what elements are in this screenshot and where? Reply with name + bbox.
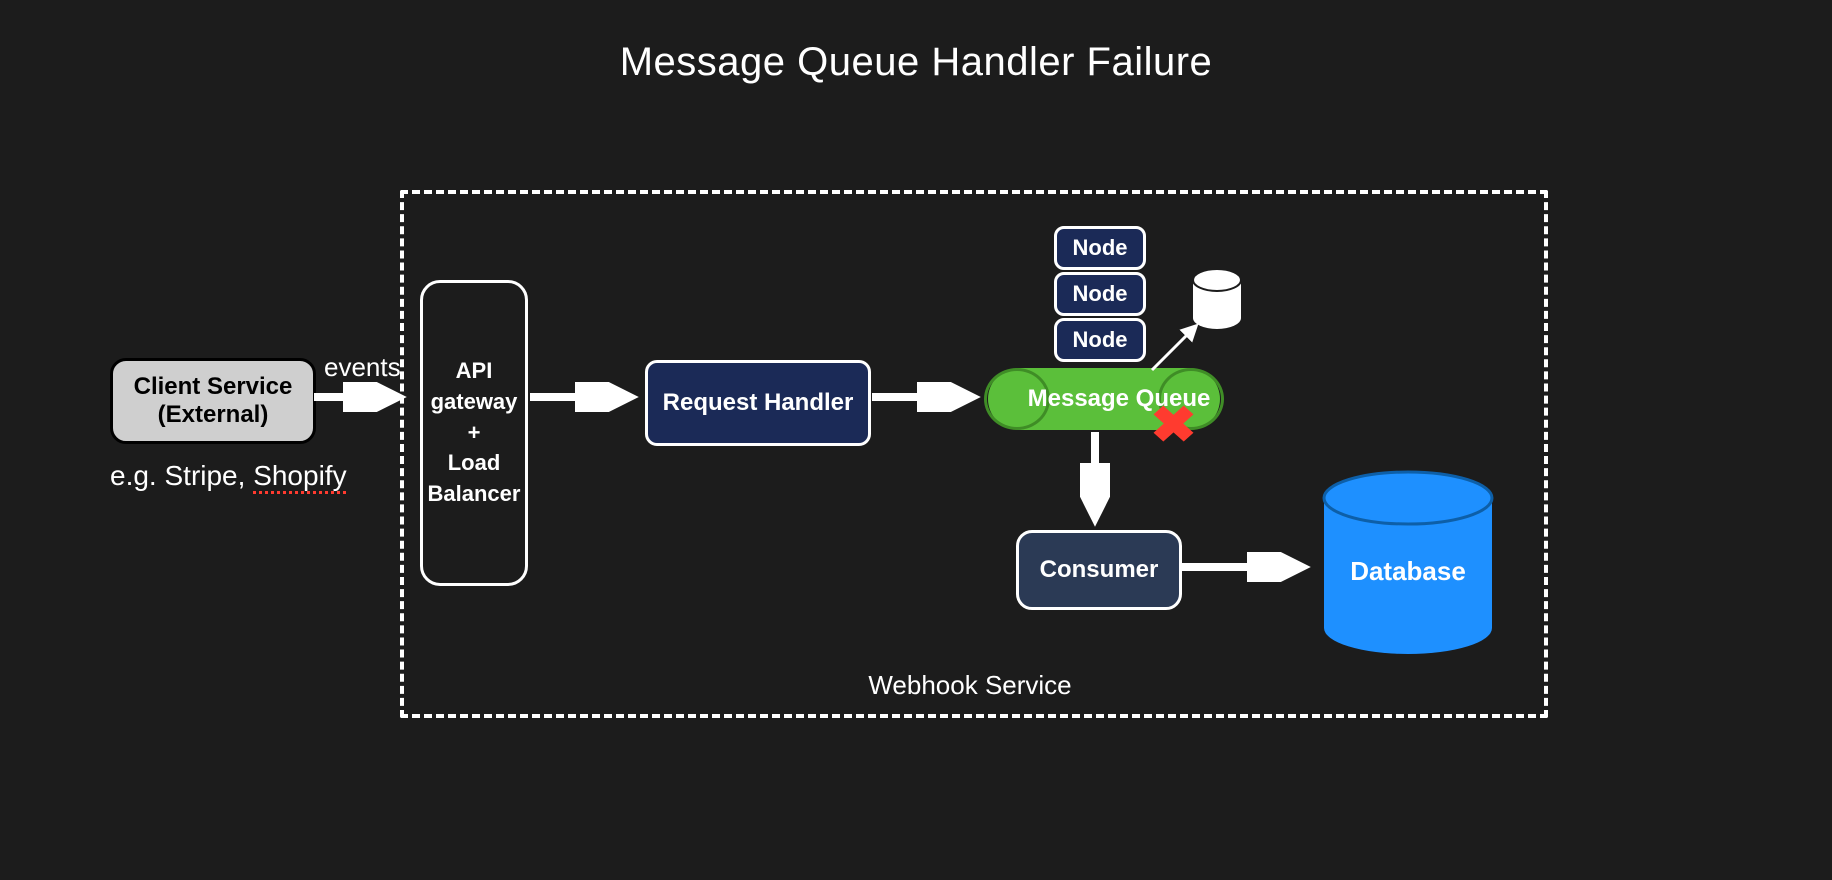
client-examples-prefix: e.g. Stripe, [110, 460, 253, 491]
client-examples-marked: Shopify [253, 460, 346, 491]
arrow-queue-consumer [1080, 432, 1110, 528]
client-service-box: Client Service (External) [110, 358, 316, 444]
arrow-request-queue [872, 382, 982, 412]
message-queue-label: Message Queue [1028, 385, 1211, 413]
queue-node-1: Node [1054, 226, 1146, 270]
arrow-gateway-request [530, 382, 640, 412]
arrow-client-gateway [314, 382, 408, 412]
client-examples: e.g. Stripe, Shopify [110, 460, 347, 492]
request-handler-box: Request Handler [645, 360, 871, 446]
events-label: events [324, 352, 401, 383]
database-label: Database [1350, 556, 1466, 586]
database-icon: Database [1318, 470, 1498, 660]
webhook-service-label: Webhook Service [820, 670, 1120, 701]
arrow-queue-disk [1148, 318, 1208, 378]
queue-node-3: Node [1054, 318, 1146, 362]
consumer-box: Consumer [1016, 530, 1182, 610]
api-gateway-box: API gateway + Load Balancer [420, 280, 528, 586]
arrow-consumer-database [1182, 552, 1312, 582]
diagram-canvas: Webhook Service Client Service (External… [0, 0, 1832, 880]
queue-node-2: Node [1054, 272, 1146, 316]
